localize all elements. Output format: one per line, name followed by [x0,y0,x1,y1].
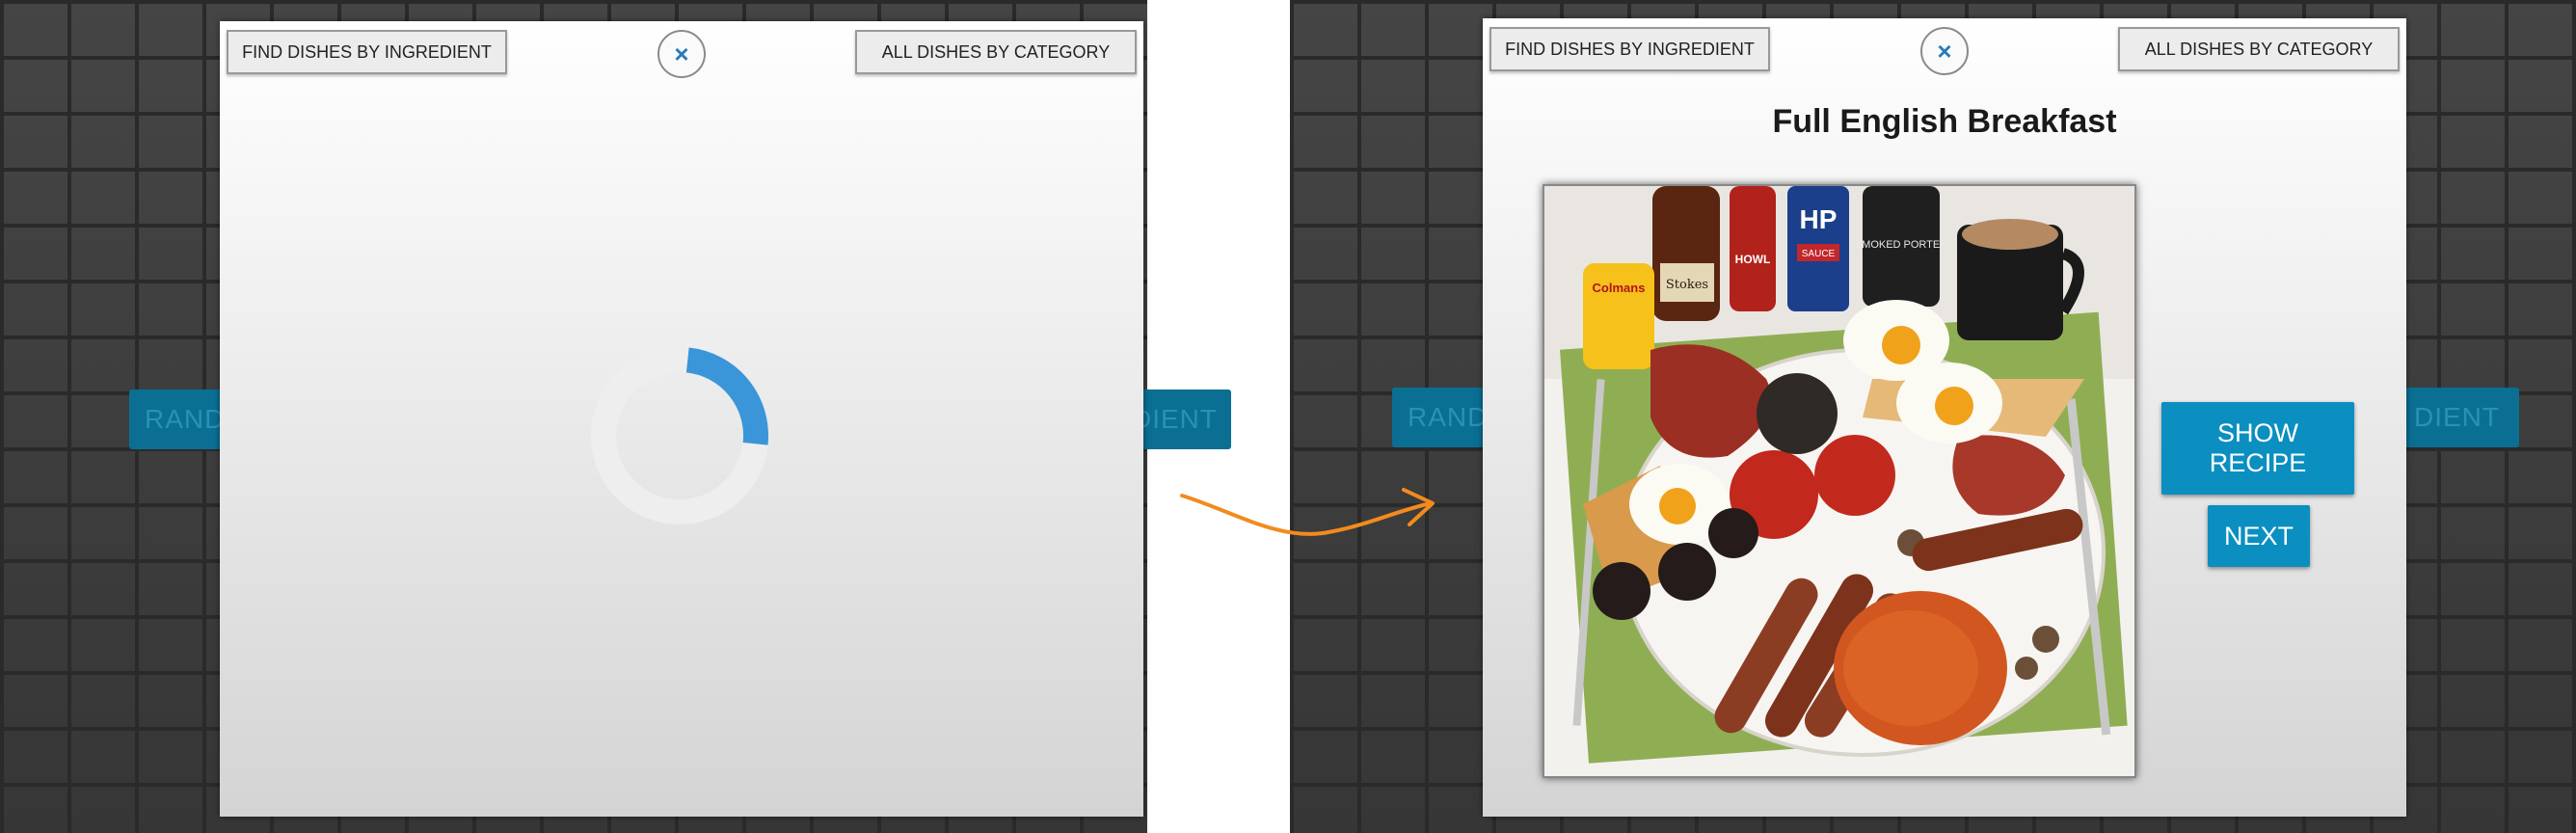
background-ingredient-button: DIENT [2399,388,2519,447]
close-icon[interactable]: × [657,30,706,78]
dish-photo: Stokes HOWL HP SAUCE SMOKED PORTER Colma… [1543,184,2136,778]
find-by-ingredient-button[interactable]: FIND DISHES BY INGREDIENT [227,30,507,74]
transition-arrow-icon [1180,488,1435,536]
svg-text:HOWL: HOWL [1735,253,1771,266]
dish-modal: FIND DISHES BY INGREDIENT × ALL DISHES B… [1483,18,2406,817]
loading-spinner [591,347,768,524]
close-icon[interactable]: × [1920,27,1969,75]
find-by-ingredient-button[interactable]: FIND DISHES BY INGREDIENT [1489,27,1770,71]
loading-modal: FIND DISHES BY INGREDIENT × ALL DISHES B… [220,21,1143,817]
all-by-category-button[interactable]: ALL DISHES BY CATEGORY [855,30,1137,74]
full-english-breakfast-image: Stokes HOWL HP SAUCE SMOKED PORTER Colma… [1544,186,2134,776]
show-recipe-button[interactable]: SHOW RECIPE [2161,402,2354,495]
svg-text:Colmans: Colmans [1593,281,1646,295]
svg-text:SAUCE: SAUCE [1802,249,1836,259]
dish-title: Full English Breakfast [1772,103,2117,140]
next-button[interactable]: NEXT [2208,505,2310,567]
svg-text:Stokes: Stokes [1666,278,1708,292]
all-by-category-button[interactable]: ALL DISHES BY CATEGORY [2118,27,2400,71]
svg-text:SMOKED PORTER: SMOKED PORTER [1855,239,1947,251]
svg-text:HP: HP [1800,204,1838,234]
